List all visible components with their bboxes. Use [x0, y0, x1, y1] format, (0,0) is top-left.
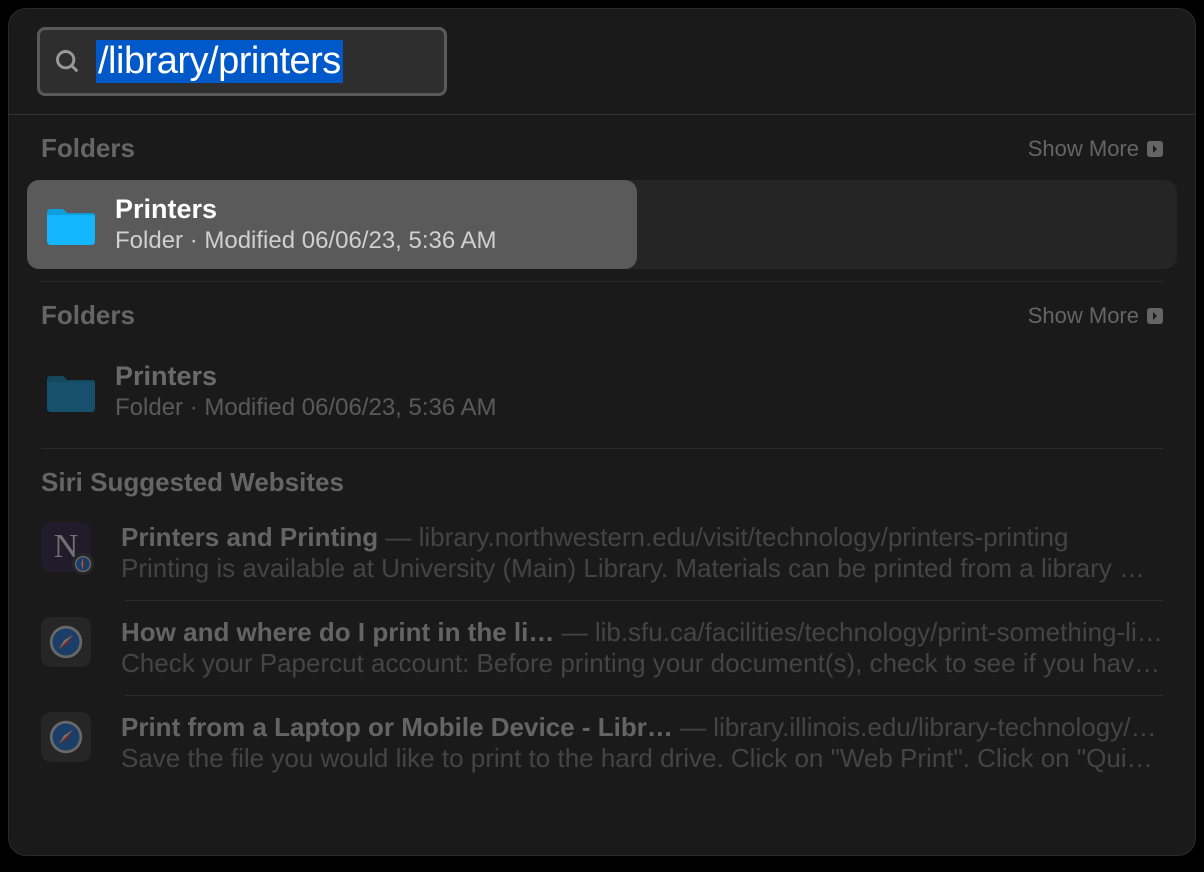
website-text: How and where do I print in the li… — li… [121, 617, 1163, 679]
folder-icon [45, 203, 97, 247]
result-title: Printers [115, 361, 497, 392]
website-text: Print from a Laptop or Mobile Device - L… [121, 712, 1163, 774]
search-icon [54, 48, 82, 76]
spotlight-window: /library/printers Folders Show More Prin… [8, 8, 1196, 856]
safari-badge-icon [72, 553, 94, 575]
website-favicon: N [41, 522, 91, 572]
result-text: Printers Folder · Modified 06/06/23, 5:3… [115, 361, 497, 422]
website-result[interactable]: How and where do I print in the li… — li… [9, 601, 1195, 695]
folder-icon [45, 370, 97, 414]
result-subtitle: Folder · Modified 06/06/23, 5:36 AM [115, 394, 497, 422]
section-title: Siri Suggested Websites [41, 467, 344, 498]
result-text: Printers Folder · Modified 06/06/23, 5:3… [115, 194, 497, 255]
search-input[interactable]: /library/printers [37, 27, 447, 96]
website-result[interactable]: N Printers and Printing — library.northw… [9, 506, 1195, 600]
website-result[interactable]: Print from a Laptop or Mobile Device - L… [9, 696, 1195, 790]
website-url: lib.sfu.ca/facilities/technology/print-s… [595, 617, 1163, 647]
website-favicon [41, 617, 91, 667]
section-header-folders-1: Folders Show More [9, 115, 1195, 172]
section-header-folders-2: Folders Show More [9, 282, 1195, 339]
result-row-selected[interactable]: Printers Folder · Modified 06/06/23, 5:3… [27, 180, 1177, 269]
website-text: Printers and Printing — library.northwes… [121, 522, 1163, 584]
website-url: library.northwestern.edu/visit/technolog… [419, 522, 1069, 552]
chevron-right-icon [1147, 308, 1163, 324]
show-more-label: Show More [1028, 136, 1139, 162]
website-title: Print from a Laptop or Mobile Device - L… [121, 712, 673, 742]
website-description: Save the file you would like to print to… [121, 743, 1163, 774]
website-favicon [41, 712, 91, 762]
safari-icon [48, 624, 84, 660]
website-url: library.illinois.edu/library-technology/… [713, 712, 1163, 742]
section-title: Folders [41, 300, 135, 331]
result-subtitle: Folder · Modified 06/06/23, 5:36 AM [115, 227, 497, 255]
show-more-button[interactable]: Show More [1028, 136, 1163, 162]
result-title: Printers [115, 194, 497, 225]
chevron-right-icon [1147, 141, 1163, 157]
section-header-siri: Siri Suggested Websites [9, 449, 1195, 506]
result-row[interactable]: Printers Folder · Modified 06/06/23, 5:3… [27, 347, 1177, 436]
website-description: Printing is available at University (Mai… [121, 553, 1163, 584]
website-description: Check your Papercut account: Before prin… [121, 648, 1163, 679]
show-more-button[interactable]: Show More [1028, 303, 1163, 329]
section-title: Folders [41, 133, 135, 164]
search-container: /library/printers [9, 9, 1195, 114]
search-query-text: /library/printers [96, 40, 343, 83]
show-more-label: Show More [1028, 303, 1139, 329]
website-title: How and where do I print in the li… [121, 617, 554, 647]
safari-icon [48, 719, 84, 755]
website-title: Printers and Printing [121, 522, 378, 552]
